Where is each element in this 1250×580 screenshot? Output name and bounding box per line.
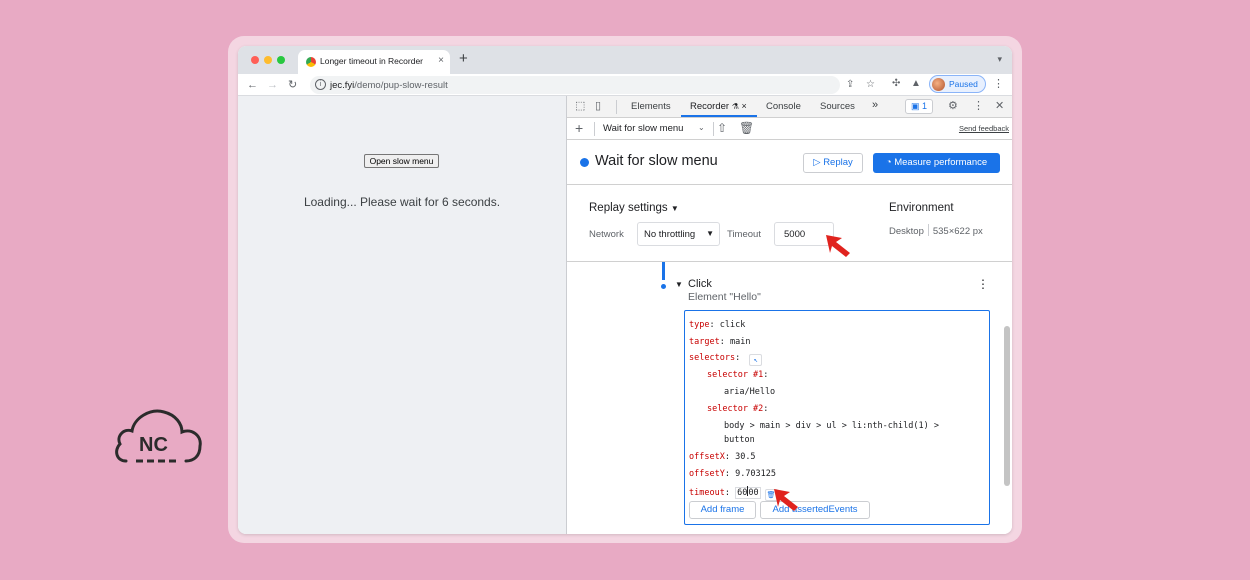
open-slow-menu-button[interactable]: Open slow menu: [364, 154, 439, 168]
browser-toolbar: ← → ↻ i jec.fyi/demo/pup-slow-result ⇪ ☆…: [238, 74, 1012, 96]
code-line-target[interactable]: target: main: [689, 337, 750, 347]
profile-status-label: Paused: [949, 79, 978, 89]
close-window-button[interactable]: [251, 56, 259, 64]
extensions-icon[interactable]: ✣: [892, 78, 900, 89]
code-line-selectors[interactable]: selectors: ↖: [689, 353, 763, 366]
devtools-panel: ⬚ ▯ Elements Recorder ⚗ × Console Source…: [566, 96, 1012, 534]
devtools-menu-icon[interactable]: ⋮: [973, 100, 984, 112]
inspect-element-icon[interactable]: ⬚: [575, 100, 585, 112]
more-tabs-icon[interactable]: »: [872, 99, 878, 111]
code-value-selector-2-cont[interactable]: button: [724, 435, 755, 445]
active-tab-indicator: [681, 115, 757, 117]
browser-window: Longer timeout in Recorder × + ▾ ← → ↻ i…: [238, 46, 1012, 534]
timeout-label: Timeout: [727, 229, 761, 240]
divider: [594, 122, 595, 136]
reload-icon[interactable]: ↻: [288, 78, 297, 92]
new-tab-button[interactable]: +: [459, 51, 468, 67]
timeline-dot: [661, 284, 666, 289]
maximize-window-button[interactable]: [277, 56, 285, 64]
recording-title[interactable]: Wait for slow menu: [595, 153, 718, 169]
send-feedback-link[interactable]: Send feedback: [959, 124, 1009, 133]
caret-down-icon: ▼: [670, 204, 679, 213]
close-devtools-icon[interactable]: ✕: [995, 100, 1004, 112]
annotation-arrow-icon: [774, 489, 798, 511]
step-expand-icon[interactable]: ▼: [675, 280, 683, 289]
browser-menu-icon[interactable]: ⋮: [993, 77, 1004, 90]
speedometer-icon: ◔: [885, 157, 892, 168]
recorder-toolbar: + Wait for slow menu ⌄ ⇧ 🗑 Send feedback: [567, 118, 1012, 140]
address-bar[interactable]: i jec.fyi/demo/pup-slow-result ⇪ ☆: [310, 76, 875, 94]
code-line-offsety[interactable]: offsetY: 9.703125: [689, 469, 776, 479]
recording-status-icon: [580, 158, 589, 167]
tab-title: Longer timeout in Recorder: [320, 56, 424, 66]
code-value-selector-1[interactable]: aria/Hello: [724, 387, 775, 397]
recording-select[interactable]: Wait for slow menu: [603, 123, 683, 134]
code-line-timeout[interactable]: timeout: 6000 🗑: [689, 486, 778, 501]
tab-search-chevron-icon[interactable]: ▾: [997, 54, 1002, 65]
flask-icon: ⚗: [731, 102, 739, 111]
tab-elements[interactable]: Elements: [631, 101, 671, 112]
labs-flask-icon[interactable]: ▲: [911, 78, 921, 89]
tab-sources[interactable]: Sources: [820, 101, 855, 112]
site-info-icon[interactable]: i: [315, 79, 326, 90]
browser-tab[interactable]: Longer timeout in Recorder ×: [298, 50, 450, 74]
tab-recorder[interactable]: Recorder ⚗ ×: [690, 101, 747, 112]
timeline-line: [662, 262, 665, 280]
code-value-selector-2[interactable]: body > main > div > ul > li:nth-child(1)…: [724, 421, 939, 431]
divider: [616, 100, 617, 114]
profile-paused-button[interactable]: Paused: [929, 75, 986, 93]
tab-strip: Longer timeout in Recorder × + ▾: [238, 46, 1012, 74]
export-icon[interactable]: ⇧: [717, 121, 727, 135]
step-title[interactable]: Click: [688, 278, 712, 290]
add-frame-button[interactable]: Add frame: [689, 501, 756, 519]
replay-button[interactable]: ▷ Replay: [803, 153, 863, 173]
code-line-selector-2[interactable]: selector #2:: [707, 404, 768, 414]
code-line-offsetx[interactable]: offsetX: 30.5: [689, 452, 756, 462]
network-label: Network: [589, 229, 624, 240]
scrollbar[interactable]: [1004, 326, 1010, 486]
avatar: [932, 78, 945, 91]
loading-text: Loading... Please wait for 6 seconds.: [303, 195, 501, 209]
bookmark-star-icon[interactable]: ☆: [866, 79, 875, 90]
minimize-window-button[interactable]: [264, 56, 272, 64]
replay-settings-toggle[interactable]: Replay settings ▼: [589, 202, 679, 214]
create-recording-icon[interactable]: +: [575, 121, 583, 135]
step-subtitle: Element "Hello": [688, 291, 761, 303]
play-icon: ▷: [813, 157, 821, 168]
code-line-selector-1[interactable]: selector #1:: [707, 370, 768, 380]
recording-header: Wait for slow menu ▷ Replay ◔ Measure pe…: [567, 140, 1012, 185]
url-text: jec.fyi/demo/pup-slow-result: [330, 80, 448, 91]
message-icon: ▣: [910, 101, 920, 111]
code-line-type[interactable]: type: click: [689, 320, 745, 330]
tab-console[interactable]: Console: [766, 101, 801, 112]
environment-title: Environment: [889, 202, 954, 214]
favicon-icon: [306, 57, 316, 67]
share-icon[interactable]: ⇪: [846, 79, 854, 90]
web-page: Open slow menu Loading... Please wait fo…: [238, 96, 566, 534]
measure-performance-button[interactable]: ◔ Measure performance: [873, 153, 1000, 173]
network-throttling-select[interactable]: No throttling ▼: [637, 222, 720, 246]
environment-value: Desktop 535×622 px: [889, 224, 983, 237]
close-icon[interactable]: ×: [742, 101, 747, 111]
divider: [713, 122, 714, 136]
caret-down-icon: ▼: [706, 229, 714, 238]
nc-cloud-logo: NC: [115, 409, 202, 463]
step-editor: type: click target: main selectors: ↖ se…: [684, 310, 990, 525]
back-icon[interactable]: ←: [247, 78, 258, 92]
logo-text: NC: [139, 434, 168, 456]
step-menu-icon[interactable]: ⋮: [977, 277, 989, 291]
delete-recording-icon[interactable]: 🗑: [739, 121, 754, 135]
replay-settings-section: Replay settings ▼ Network No throttling ▼…: [567, 185, 1012, 262]
device-toolbar-icon[interactable]: ▯: [595, 100, 601, 112]
chevron-down-icon[interactable]: ⌄: [698, 123, 705, 132]
issues-counter[interactable]: ▣ 1: [905, 99, 933, 114]
forward-icon[interactable]: →: [267, 78, 278, 92]
tab-close-button[interactable]: ×: [438, 55, 444, 66]
devtools-tab-bar: ⬚ ▯ Elements Recorder ⚗ × Console Source…: [567, 96, 1012, 118]
settings-gear-icon[interactable]: ⚙: [948, 100, 958, 112]
annotation-arrow-icon: [826, 235, 850, 257]
select-element-icon[interactable]: ↖: [749, 354, 763, 366]
